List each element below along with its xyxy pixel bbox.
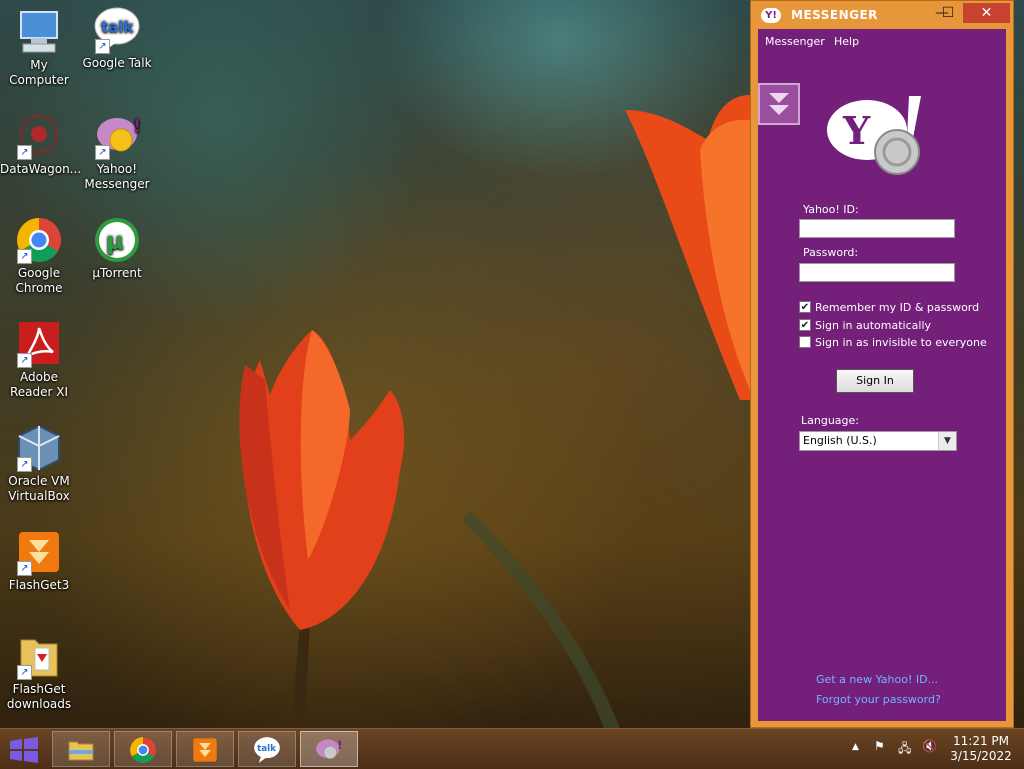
sign-in-automatically-checkbox[interactable]: ✔ [799,319,811,331]
language-select[interactable]: English (U.S.) ▼ [799,431,957,451]
clock-date: 3/15/2022 [950,749,1012,763]
svg-text:µ: µ [106,227,124,255]
desktop-icon-label: FlashGet3 [8,578,70,592]
yahoo-id-input[interactable] [799,219,955,238]
yahoo-messenger-icon: ! ↗ [93,112,141,160]
start-button[interactable] [8,737,40,763]
taskbar-yahoo-messenger[interactable]: ! [300,731,358,767]
yahoo-messenger-window: Y! MESSENGER — ☐ ✕ Messenger Help Y Yaho… [750,0,1014,728]
desktop-icon-flashget[interactable]: ↗ FlashGet3 [0,528,78,593]
desktop-icon-flashget-downloads[interactable]: ↗ FlashGet downloads [0,632,78,712]
desktop-icon-label: Google Talk [82,56,152,70]
folder-icon: ↗ [15,632,63,680]
shortcut-arrow-icon: ↗ [17,249,32,264]
clock-time: 11:21 PM [953,734,1009,748]
file-explorer-icon [68,741,94,761]
remember-id-label[interactable]: Remember my ID & password [815,301,979,314]
shortcut-arrow-icon: ↗ [17,145,32,160]
yahoo-id-label: Yahoo! ID: [803,203,859,216]
datawagon-icon: ↗ [15,112,63,160]
taskbar-flashget[interactable] [176,731,234,767]
shortcut-arrow-icon: ↗ [17,561,32,576]
utorrent-icon: µ [93,216,141,264]
windows-logo-icon [10,737,38,763]
desktop-icon-google-talk[interactable]: talk ↗ Google Talk [78,6,156,71]
menu-messenger[interactable]: Messenger [765,35,825,48]
password-label: Password: [803,246,859,259]
close-button[interactable]: ✕ [963,3,1010,23]
desktop-icon-datawagon[interactable]: ↗ DataWagon... [0,112,82,177]
sign-in-invisible-label[interactable]: Sign in as invisible to everyone [815,336,987,349]
svg-text:Y: Y [842,108,871,153]
desktop-icon-my-computer[interactable]: My Computer [0,8,78,88]
chevron-down-icon[interactable]: ▼ [938,432,956,450]
svg-text:!: ! [337,738,342,752]
desktop-icon-google-chrome[interactable]: ↗ Google Chrome [0,216,78,296]
desktop-icon-utorrent[interactable]: µ µTorrent [78,216,156,281]
google-chrome-icon [130,737,156,763]
google-talk-icon: talk [254,737,280,763]
google-chrome-icon: ↗ [15,216,63,264]
menu-bar: Messenger Help [758,29,1006,53]
desktop-icon-label: My Computer [9,58,69,87]
desktop-icon-label: Adobe Reader XI [9,370,69,399]
show-hidden-icons-button[interactable]: ▲ [852,742,859,752]
language-label: Language: [801,414,859,427]
remember-id-checkbox[interactable]: ✔ [799,301,811,313]
taskbar: talk ! ▲ ⚑ 🖧 🔇 11:21 PM 3/15/2022 [0,728,1024,769]
volume-muted-icon[interactable]: 🔇 [922,739,937,753]
menu-help[interactable]: Help [834,35,859,48]
flashget-icon: ↗ [15,528,63,576]
get-new-id-link[interactable]: Get a new Yahoo! ID... [816,673,938,686]
svg-text:!: ! [133,116,141,137]
maximize-button[interactable]: ☐ [935,3,961,23]
shortcut-arrow-icon: ↗ [95,39,110,54]
virtualbox-icon: ↗ [15,424,63,472]
svg-text:talk: talk [257,744,276,754]
network-icon[interactable]: 🖧 [898,739,911,760]
yahoo-avatar-icon: Y [827,96,921,175]
my-computer-icon [15,8,63,56]
desktop-icon-virtualbox[interactable]: ↗ Oracle VM VirtualBox [0,424,78,504]
sign-in-automatically-label[interactable]: Sign in automatically [815,319,931,332]
system-clock[interactable]: 11:21 PM 3/15/2022 [948,734,1014,764]
desktop-icon-yahoo-messenger[interactable]: ! ↗ Yahoo! Messenger [78,112,156,192]
svg-text:talk: talk [101,18,134,36]
desktop-icon-label: µTorrent [92,266,142,280]
adobe-reader-icon: ↗ [15,320,63,368]
desktop-icon-label: FlashGet downloads [6,682,72,711]
sign-in-invisible-checkbox[interactable] [799,336,811,348]
desktop-icon-label: Google Chrome [15,266,63,295]
double-chevron-down-icon [769,93,789,115]
taskbar-google-chrome[interactable] [114,731,172,767]
yahoo-messenger-icon: ! [316,738,342,760]
window-title: MESSENGER [791,8,878,22]
messenger-login-panel: Messenger Help Y Yahoo! ID: Password: ✔ … [758,29,1006,721]
desktop-icon-adobe-reader[interactable]: ↗ Adobe Reader XI [0,320,78,400]
taskbar-google-talk[interactable]: talk [238,731,296,767]
shortcut-arrow-icon: ↗ [17,353,32,368]
desktop-icon-label: Oracle VM VirtualBox [8,474,70,503]
title-bar[interactable]: Y! MESSENGER — ☐ ✕ [751,1,1013,29]
shortcut-arrow-icon: ↗ [17,457,32,472]
sign-in-button[interactable]: Sign In [836,369,914,393]
action-center-flag-icon[interactable]: ⚑ [874,739,885,753]
language-selected-value: English (U.S.) [803,434,877,447]
shortcut-arrow-icon: ↗ [95,145,110,160]
flashget-icon [193,738,217,762]
collapse-toggle-button[interactable] [758,83,800,125]
desktop-icon-label: Yahoo! Messenger [84,162,150,191]
shortcut-arrow-icon: ↗ [17,665,32,680]
forgot-password-link[interactable]: Forgot your password? [816,693,941,706]
taskbar-file-explorer[interactable] [52,731,110,767]
google-talk-icon: talk ↗ [93,6,141,54]
password-input[interactable] [799,263,955,282]
yahoo-logo-badge: Y! [761,8,781,23]
desktop-icon-label: DataWagon... [0,162,82,176]
